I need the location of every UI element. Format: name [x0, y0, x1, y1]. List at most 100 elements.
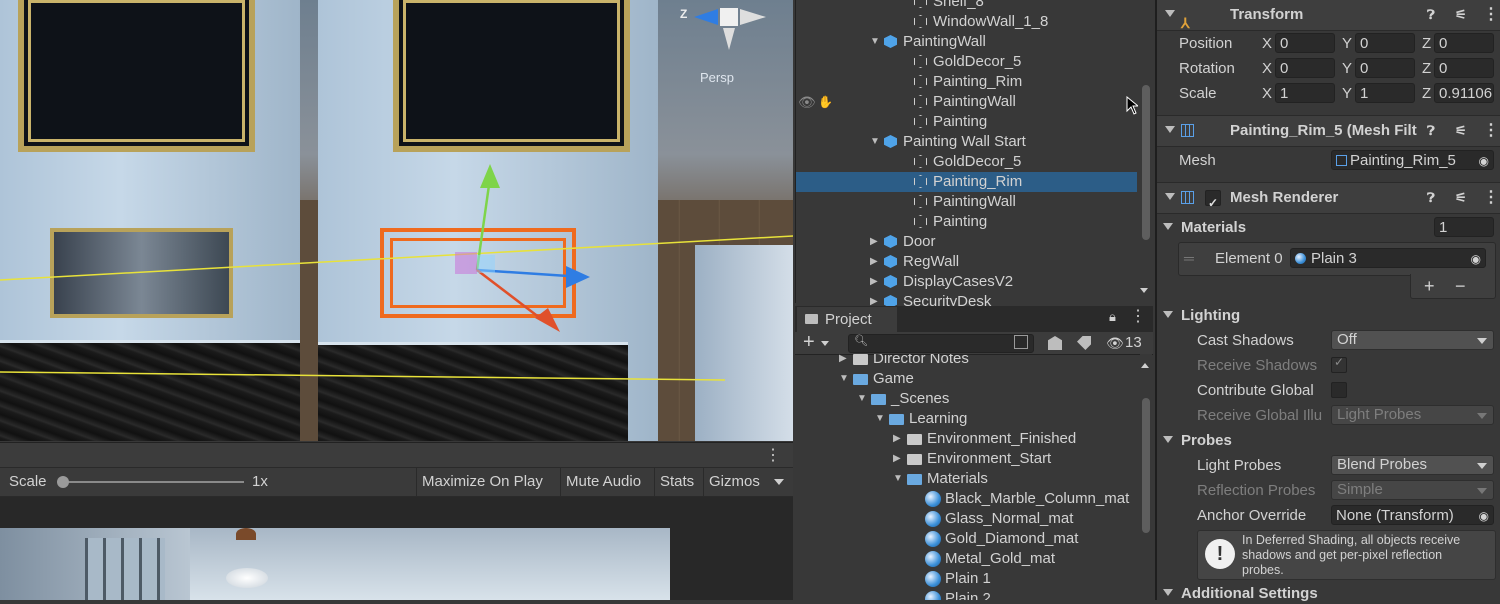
hierarchy-item[interactable]: Painting [796, 112, 1137, 132]
project-item[interactable]: Gold_Diamond_mat [795, 529, 1140, 549]
hierarchy-item[interactable]: Painting_Rim [796, 72, 1137, 92]
hierarchy-item[interactable]: WindowWall_1_8 [796, 12, 1137, 32]
object-picker-icon[interactable]: ◉ [1479, 506, 1489, 524]
collapse-arrow-icon[interactable] [1163, 311, 1173, 318]
collapsed-arrow-icon[interactable]: ▶ [893, 449, 901, 469]
scale-z-field[interactable]: 0.91106 [1434, 83, 1494, 103]
hierarchy-item[interactable]: GoldDecor_5 [796, 52, 1137, 72]
position-z-field[interactable]: 0 [1434, 33, 1494, 53]
cast-shadows-dropdown[interactable]: Off [1331, 330, 1494, 350]
mesh-object-field[interactable]: Painting_Rim_5 ◉ [1331, 150, 1494, 170]
expanded-arrow-icon[interactable]: ▼ [839, 369, 849, 389]
scale-x-field[interactable]: 1 [1275, 83, 1335, 103]
light-probes-dropdown[interactable]: Blend Probes [1331, 455, 1494, 475]
project-more-icon[interactable]: ⋮ [1130, 306, 1146, 326]
pos-z-label[interactable]: Z [1422, 34, 1431, 54]
presets-icon[interactable]: ⚟ [1455, 116, 1467, 146]
rot-z-label[interactable]: Z [1422, 59, 1431, 79]
collapsed-arrow-icon[interactable]: ▶ [870, 252, 878, 272]
rotation-y-field[interactable]: 0 [1355, 58, 1415, 78]
pos-y-label[interactable]: Y [1342, 34, 1352, 54]
help-icon[interactable]: ❓︎ [1427, 116, 1435, 146]
hierarchy-item[interactable]: Shelf_8 [796, 0, 1137, 12]
scale-slider-track[interactable] [62, 481, 244, 483]
materials-count-field[interactable]: 1 [1434, 217, 1494, 237]
expanded-arrow-icon[interactable]: ▼ [893, 469, 903, 489]
hierarchy-item[interactable]: PaintingWall [796, 192, 1137, 212]
collapsed-arrow-icon[interactable]: ▶ [870, 232, 878, 252]
game-view-render[interactable] [0, 528, 670, 600]
position-x-field[interactable]: 0 [1275, 33, 1335, 53]
hierarchy-scroll-thumb[interactable] [1142, 85, 1150, 240]
stats-toggle[interactable]: Stats [654, 468, 699, 496]
mute-audio-toggle[interactable]: Mute Audio [560, 468, 646, 496]
rot-x-label[interactable]: X [1262, 59, 1272, 79]
lock-icon[interactable]: 🔒︎ [1109, 309, 1116, 325]
project-item[interactable]: ▶ Environment_Start [795, 449, 1140, 469]
scale-y-field[interactable]: 1 [1355, 83, 1415, 103]
object-picker-icon[interactable]: ◉ [1471, 249, 1481, 267]
transform-header[interactable]: ⅄ Transform ❓︎ ⚟ ⋮ [1157, 0, 1500, 31]
scene-orientation-gizmo[interactable]: Z Persp [680, 4, 780, 85]
maximize-on-play-toggle[interactable]: Maximize On Play [416, 468, 548, 496]
gizmo-z-cone[interactable] [694, 9, 718, 25]
component-menu-icon[interactable]: ⋮ [1483, 0, 1499, 30]
presets-icon[interactable]: ⚟ [1455, 0, 1467, 30]
project-item[interactable]: Glass_Normal_mat [795, 509, 1140, 529]
position-y-field[interactable]: 0 [1355, 33, 1415, 53]
additional-settings-foldout[interactable]: Additional Settings [1163, 584, 1318, 604]
filter-by-type-icon[interactable] [1048, 336, 1062, 350]
project-scroll-thumb[interactable] [1142, 398, 1150, 533]
expanded-arrow-icon[interactable]: ▼ [870, 32, 880, 52]
hierarchy-item[interactable]: ▶ DisplayCasesV2 [796, 272, 1137, 292]
drag-handle-icon[interactable]: ═ [1184, 250, 1194, 266]
gizmo-center-cube[interactable] [720, 8, 738, 26]
collapsed-arrow-icon[interactable]: ▶ [839, 354, 847, 369]
scale-slider-thumb[interactable] [57, 476, 69, 488]
project-item[interactable]: Metal_Gold_mat [795, 549, 1140, 569]
collapsed-arrow-icon[interactable]: ▶ [870, 272, 878, 292]
receive-shadows-checkbox[interactable]: ✓ [1331, 355, 1347, 373]
expanded-arrow-icon[interactable]: ▼ [875, 409, 885, 429]
help-icon[interactable]: ❓︎ [1427, 0, 1435, 30]
receive-gi-dropdown[interactable]: Light Probes [1331, 405, 1494, 425]
mesh-renderer-enabled-checkbox[interactable]: ✓ [1205, 190, 1221, 210]
hierarchy-item[interactable]: Painting_Rim [796, 172, 1137, 192]
hierarchy-item[interactable]: ▼ PaintingWall [796, 32, 1137, 52]
collapse-arrow-icon[interactable] [1165, 193, 1175, 200]
rotation-x-field[interactable]: 0 [1275, 58, 1335, 78]
component-menu-icon[interactable]: ⋮ [1483, 116, 1499, 146]
create-dropdown-caret-icon[interactable] [821, 341, 829, 346]
create-plus-icon[interactable]: + [803, 331, 815, 353]
project-item[interactable]: Plain 2 [795, 589, 1140, 600]
rotation-z-field[interactable]: 0 [1434, 58, 1494, 78]
project-item[interactable]: ▼ _Scenes [795, 389, 1140, 409]
contribute-gi-checkbox[interactable] [1331, 382, 1347, 398]
collapsed-arrow-icon[interactable]: ▶ [893, 429, 901, 449]
component-menu-icon[interactable]: ⋮ [1483, 183, 1499, 213]
hierarchy-item[interactable]: GoldDecor_5 [796, 152, 1137, 172]
project-search-input[interactable]: 🔍︎ [848, 334, 1034, 353]
anchor-override-field[interactable]: None (Transform) ◉ [1331, 505, 1494, 525]
pickable-hand-icon[interactable]: ✋ [818, 95, 833, 109]
collapse-arrow-icon[interactable] [1163, 436, 1173, 443]
project-tab[interactable]: Project [797, 307, 897, 332]
filter-by-label-icon[interactable] [1077, 336, 1091, 350]
search-mode-icon[interactable] [1014, 335, 1028, 349]
scale-x-label[interactable]: X [1262, 84, 1272, 104]
gizmos-toggle[interactable]: Gizmos [703, 468, 765, 496]
remove-element-button[interactable]: − [1455, 274, 1466, 298]
element-0-material-field[interactable]: Plain 3 ◉ [1290, 248, 1486, 268]
add-element-button[interactable]: + [1424, 274, 1435, 298]
more-options-icon[interactable]: ⋮ [765, 445, 781, 465]
rot-y-label[interactable]: Y [1342, 59, 1352, 79]
mesh-renderer-header[interactable]: ✓ Mesh Renderer ❓︎ ⚟ ⋮ [1157, 182, 1500, 214]
project-item[interactable]: ▶ Director Notes [795, 354, 1140, 369]
scale-z-label[interactable]: Z [1422, 84, 1431, 104]
gizmos-dropdown-caret-icon[interactable] [774, 479, 784, 485]
hierarchy-item[interactable]: Painting [796, 212, 1137, 232]
reflection-probes-dropdown[interactable]: Simple [1331, 480, 1494, 500]
lighting-foldout[interactable]: Lighting [1163, 306, 1240, 326]
collapse-arrow-icon[interactable] [1165, 10, 1175, 17]
project-item[interactable]: ▶ Environment_Finished [795, 429, 1140, 449]
